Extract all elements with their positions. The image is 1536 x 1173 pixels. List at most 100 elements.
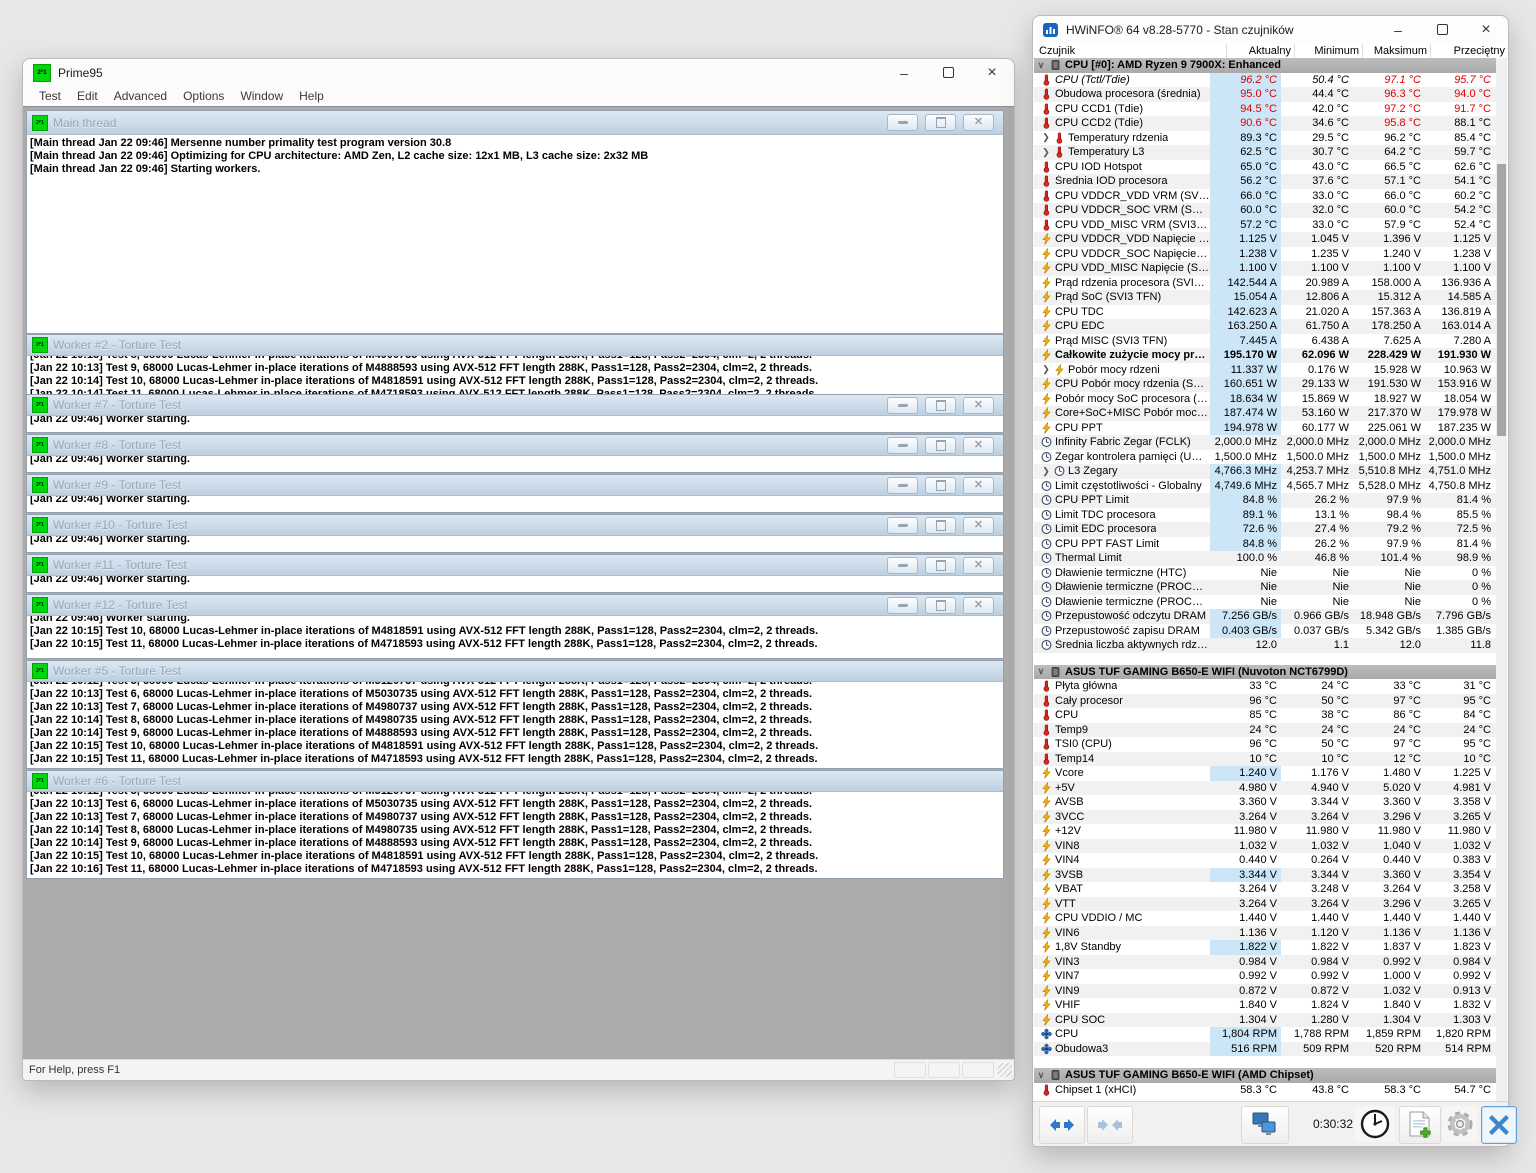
sensor-row[interactable]: ❯Temperatury L362.5 °C30.7 °C64.2 °C59.7… [1034, 145, 1507, 160]
menu-help[interactable]: Help [291, 87, 332, 105]
worker-log[interactable]: [Jan 22 10:12] Test 5, 68000 Lucas-Lehme… [27, 792, 1003, 878]
worker-titlebar[interactable]: 2ᴾ1 Worker #5 - Torture Test [27, 661, 1003, 682]
resize-grip[interactable] [998, 1063, 1012, 1077]
mdi-close-button[interactable]: ✕ [963, 397, 994, 414]
sensor-row[interactable]: CPU SOC1.304 V1.280 V1.304 V1.303 V [1034, 1013, 1507, 1028]
mdi-close-button[interactable]: ✕ [963, 477, 994, 494]
uptime-clock-button[interactable] [1355, 1106, 1395, 1142]
worker-log[interactable]: [Jan 22 09:46] Worker starting. [27, 456, 1003, 472]
sensor-row[interactable]: Pobór mocy SoC procesora (SVI3 ...18.634… [1034, 392, 1507, 407]
sensor-row[interactable]: CPU1,804 RPM1,788 RPM1,859 RPM1,820 RPM [1034, 1027, 1507, 1042]
sensor-row[interactable]: Vcore1.240 V1.176 V1.480 V1.225 V [1034, 766, 1507, 781]
sensor-row[interactable]: Dławienie termiczne (HTC)NieNieNie0 % [1034, 566, 1507, 581]
expand-chevron-icon[interactable]: ❯ [1041, 364, 1051, 375]
expand-columns-button[interactable] [1039, 1106, 1085, 1144]
sensor-row[interactable]: Całkowite zużycie mocy przez ...195.170 … [1034, 348, 1507, 363]
column-minimum[interactable]: Minimum [1295, 43, 1363, 58]
worker-log[interactable]: [Jan 22 09:46] Worker starting. [27, 576, 1003, 592]
sensor-row[interactable]: 1,8V Standby1.822 V1.822 V1.837 V1.823 V [1034, 940, 1507, 955]
sensor-row[interactable]: CPU PPT194.978 W60.177 W225.061 W187.235… [1034, 421, 1507, 436]
hwinfo-titlebar[interactable]: HWiNFO® 64 v8.28-5770 - Stan czujników –… [1033, 16, 1508, 43]
mdi-close-button[interactable]: ✕ [963, 114, 994, 131]
sensor-row[interactable]: Limit TDC procesora89.1 %13.1 %98.4 %85.… [1034, 508, 1507, 523]
worker-titlebar[interactable]: 2ᴾ1 Worker #12 - Torture Test ✕ [27, 595, 1003, 616]
collapse-chevron-icon[interactable]: ∨ [1036, 60, 1046, 71]
sensor-row[interactable]: CPU VDD_MISC Napięcie (SVI3 TFN)1.100 V1… [1034, 261, 1507, 276]
scrollbar[interactable] [1496, 58, 1507, 1101]
menu-advanced[interactable]: Advanced [106, 87, 175, 105]
mdi-close-button[interactable]: ✕ [963, 437, 994, 454]
sensor-row[interactable]: VTT3.264 V3.264 V3.296 V3.265 V [1034, 897, 1507, 912]
sensor-row[interactable]: Obudowa procesora (średnia)95.0 °C44.4 °… [1034, 87, 1507, 102]
sensor-row[interactable]: CPU VDDCR_VDD VRM (SVI3 TFN)66.0 °C33.0 … [1034, 189, 1507, 204]
column-przecietny[interactable]: Przeciętny [1431, 43, 1508, 58]
close-button[interactable]: × [970, 59, 1014, 86]
sensor-row[interactable]: Temp1410 °C10 °C12 °C10 °C [1034, 752, 1507, 767]
mdi-maximize-button[interactable] [925, 597, 956, 614]
main-thread-log[interactable]: [Main thread Jan 22 09:46] Mersenne numb… [27, 135, 1003, 333]
worker-titlebar[interactable]: 2ᴾ1 Worker #10 - Torture Test ✕ [27, 515, 1003, 536]
sensor-row[interactable]: Średnia liczba aktywnych rdzeni12.01.112… [1034, 638, 1507, 653]
mdi-minimize-button[interactable] [887, 477, 918, 494]
main-thread-titlebar[interactable]: 2ᴾ1 Main thread ✕ [27, 111, 1003, 135]
mdi-minimize-button[interactable] [887, 437, 918, 454]
worker-log[interactable]: [Jan 22 09:46] Worker starting.[Jan 22 1… [27, 616, 1003, 658]
close-sensors-button[interactable] [1481, 1106, 1517, 1144]
mdi-minimize-button[interactable] [887, 517, 918, 534]
sensor-row[interactable]: CPU (Tctl/Tdie)96.2 °C50.4 °C97.1 °C95.7… [1034, 73, 1507, 88]
worker-log[interactable]: [Jan 22 10:12] Test 5, 68000 Lucas-Lehme… [27, 682, 1003, 768]
sensor-row[interactable]: Chipset 1 (xHCI)58.3 °C43.8 °C58.3 °C54.… [1034, 1083, 1507, 1098]
sensor-row[interactable]: Dławienie termiczne (PROCHOT CP...NieNie… [1034, 580, 1507, 595]
sensor-row[interactable]: CPU Pobór mocy rdzenia (SVI3 TFN)160.651… [1034, 377, 1507, 392]
sensor-row[interactable]: VHIF1.840 V1.824 V1.840 V1.832 V [1034, 998, 1507, 1013]
mdi-maximize-button[interactable] [925, 397, 956, 414]
sensor-row[interactable]: VIN30.984 V0.984 V0.992 V0.984 V [1034, 955, 1507, 970]
sensor-row[interactable]: AVSB3.360 V3.344 V3.360 V3.358 V [1034, 795, 1507, 810]
sensor-row[interactable]: CPU PPT FAST Limit84.8 %26.2 %97.9 %81.4… [1034, 537, 1507, 552]
sensor-row[interactable]: CPU VDDCR_VDD Napięcie (SVI3 ...1.125 V1… [1034, 232, 1507, 247]
sensor-row[interactable]: Limit częstotliwości - Globalny4,749.6 M… [1034, 479, 1507, 494]
mdi-maximize-button[interactable] [925, 114, 956, 131]
sensor-row[interactable]: CPU CCD1 (Tdie)94.5 °C42.0 °C97.2 °C91.7… [1034, 102, 1507, 117]
sensor-row[interactable]: Średnia IOD procesora56.2 °C37.6 °C57.1 … [1034, 174, 1507, 189]
mdi-minimize-button[interactable] [887, 557, 918, 574]
sensor-row[interactable]: TSI0 (CPU)96 °C50 °C97 °C95 °C [1034, 737, 1507, 752]
sensor-row[interactable]: Temp924 °C24 °C24 °C24 °C [1034, 723, 1507, 738]
sensor-section-header[interactable]: ∨CPU [#0]: AMD Ryzen 9 7900X: Enhanced [1034, 58, 1507, 73]
worker-titlebar[interactable]: 2ᴾ1 Worker #11 - Torture Test ✕ [27, 555, 1003, 576]
sensor-row[interactable]: ❯Temperatury rdzenia89.3 °C29.5 °C96.2 °… [1034, 131, 1507, 146]
mdi-maximize-button[interactable] [925, 477, 956, 494]
minimize-button[interactable]: – [1376, 16, 1420, 43]
sensor-row[interactable]: Płyta główna33 °C24 °C33 °C31 °C [1034, 679, 1507, 694]
sensor-row[interactable]: CPU TDC142.623 A21.020 A157.363 A136.819… [1034, 305, 1507, 320]
expand-chevron-icon[interactable]: ❯ [1041, 132, 1051, 143]
sensor-row[interactable]: +5V4.980 V4.940 V5.020 V4.981 V [1034, 781, 1507, 796]
sensor-row[interactable]: Dławienie termiczne (PROCHOT EXT)NieNieN… [1034, 595, 1507, 610]
sensor-row[interactable]: VIN70.992 V0.992 V1.000 V0.992 V [1034, 969, 1507, 984]
sensor-row[interactable]: CPU VDD_MISC VRM (SVI3 TFN)57.2 °C33.0 °… [1034, 218, 1507, 233]
worker-titlebar[interactable]: 2ᴾ1 Worker #7 - Torture Test ✕ [27, 395, 1003, 416]
maximize-button[interactable] [1420, 16, 1464, 43]
sensor-row[interactable]: Prąd SoC (SVI3 TFN)15.054 A12.806 A15.31… [1034, 290, 1507, 305]
column-czujnik[interactable]: Czujnik [1033, 43, 1227, 58]
sensor-list[interactable]: ∨CPU [#0]: AMD Ryzen 9 7900X: EnhancedCP… [1034, 58, 1507, 1101]
settings-button[interactable] [1443, 1106, 1477, 1142]
menu-window[interactable]: Window [232, 87, 291, 105]
mdi-maximize-button[interactable] [925, 517, 956, 534]
sensor-row[interactable]: VIN40.440 V0.264 V0.440 V0.383 V [1034, 853, 1507, 868]
sensor-row[interactable]: Przepustowość zapisu DRAM0.403 GB/s0.037… [1034, 624, 1507, 639]
mdi-maximize-button[interactable] [925, 557, 956, 574]
sensor-row[interactable]: Limit EDC procesora72.6 %27.4 %79.2 %72.… [1034, 522, 1507, 537]
prime95-titlebar[interactable]: 2ᴾ1 Prime95 – × [23, 59, 1014, 86]
sensor-row[interactable]: Infinity Fabric Zegar (FCLK)2,000.0 MHz2… [1034, 435, 1507, 450]
mdi-close-button[interactable]: ✕ [963, 557, 994, 574]
worker-log[interactable]: [Jan 22 09:46] Worker starting. [27, 536, 1003, 552]
sensor-row[interactable]: CPU PPT Limit84.8 %26.2 %97.9 %81.4 % [1034, 493, 1507, 508]
column-aktualny[interactable]: Aktualny [1227, 43, 1295, 58]
minimize-button[interactable]: – [882, 59, 926, 86]
sensor-row[interactable]: CPU IOD Hotspot65.0 °C43.0 °C66.5 °C62.6… [1034, 160, 1507, 175]
sensor-row[interactable]: ❯L3 Zegary4,766.3 MHz4,253.7 MHz5,510.8 … [1034, 464, 1507, 479]
sensor-row[interactable]: CPU85 °C38 °C86 °C84 °C [1034, 708, 1507, 723]
menu-test[interactable]: Test [31, 87, 69, 105]
mdi-close-button[interactable]: ✕ [963, 597, 994, 614]
